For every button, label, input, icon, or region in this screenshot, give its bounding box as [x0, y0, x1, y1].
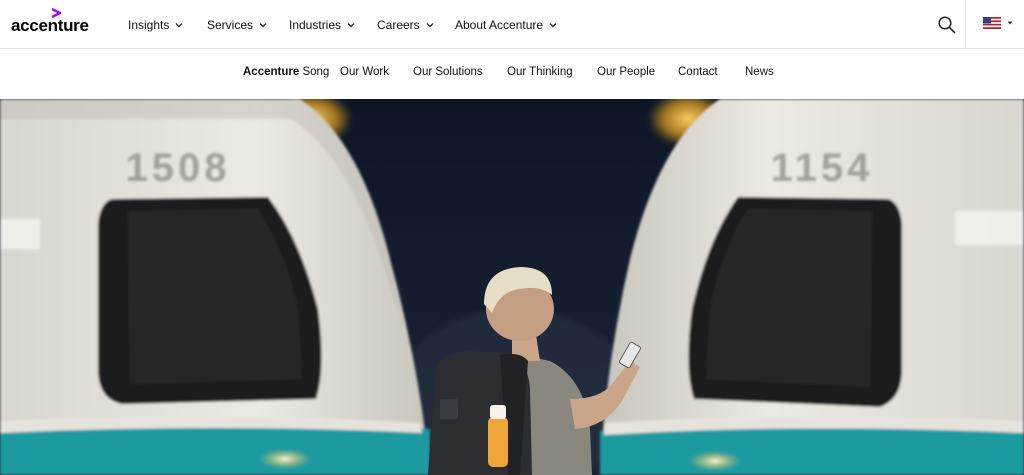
chevron-down-icon [175, 23, 183, 28]
brand-bold: Accenture [243, 66, 300, 78]
chevron-down-icon [426, 23, 434, 28]
nav-label: Services [207, 18, 254, 32]
subnav-our-thinking[interactable]: Our Thinking [507, 66, 573, 78]
logo-wordmark: accenture [11, 16, 89, 35]
nav-label: Industries [289, 18, 342, 32]
subnav-our-people[interactable]: Our People [597, 66, 655, 78]
nav-label: Careers [377, 18, 420, 32]
subnav-news[interactable]: News [745, 66, 774, 78]
subnav-contact[interactable]: Contact [678, 66, 718, 78]
accenture-song-link[interactable]: Accenture Song [243, 66, 329, 78]
secondary-nav: Accenture Song Our Work Our Solutions Ou… [0, 49, 1024, 99]
search-icon[interactable] [937, 15, 957, 35]
hero-illustration: 1508 1154 [0, 99, 1024, 475]
nav-about-accenture[interactable]: About Accenture [455, 16, 557, 34]
subnav-our-solutions[interactable]: Our Solutions [413, 66, 483, 78]
accenture-logo[interactable]: accenture [11, 8, 91, 38]
right-train-number: 1154 [771, 146, 874, 190]
nav-label: About Accenture [455, 18, 544, 32]
header-divider [965, 0, 966, 49]
nav-label: Insights [128, 18, 170, 32]
subnav-our-work[interactable]: Our Work [340, 66, 389, 78]
left-train-number: 1508 [126, 146, 231, 190]
chevron-down-icon [259, 23, 267, 28]
top-navigation-bar: accenture Insights Services Industries C… [0, 0, 1024, 49]
nav-careers[interactable]: Careers [377, 16, 434, 34]
brand-rest: Song [299, 66, 330, 78]
nav-industries[interactable]: Industries [289, 16, 355, 34]
nav-insights[interactable]: Insights [128, 16, 183, 34]
caret-down-icon [1007, 21, 1013, 25]
hero-image: 1508 1154 [0, 99, 1024, 475]
locale-selector[interactable] [983, 16, 1013, 30]
chevron-down-icon [549, 23, 557, 28]
nav-services[interactable]: Services [207, 16, 267, 34]
chevron-down-icon [347, 23, 355, 28]
us-flag-icon [983, 17, 1001, 29]
